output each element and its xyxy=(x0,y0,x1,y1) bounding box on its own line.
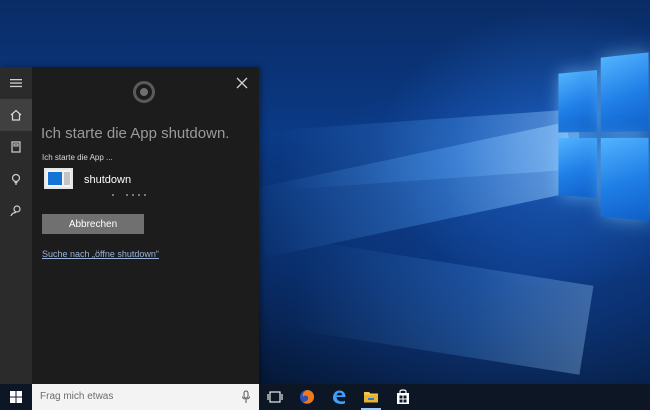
cortana-sidebar xyxy=(0,67,32,384)
taskbar-store[interactable] xyxy=(387,384,419,410)
edge-icon xyxy=(333,390,346,404)
firefox-icon xyxy=(300,390,315,404)
task-view-button[interactable] xyxy=(259,384,291,410)
store-icon xyxy=(397,389,409,404)
home-icon xyxy=(10,109,22,121)
cortana-subline: Ich starte die App ... xyxy=(42,153,113,162)
feedback-icon xyxy=(10,205,21,217)
loading-dots xyxy=(112,194,146,196)
microphone-icon[interactable] xyxy=(241,390,251,404)
menu-icon xyxy=(10,79,22,88)
cancel-button[interactable]: Abbrechen xyxy=(42,214,144,234)
taskbar-file-explorer[interactable] xyxy=(355,384,387,410)
sidebar-item-home[interactable] xyxy=(0,99,32,131)
close-button[interactable] xyxy=(233,74,251,92)
cortana-panel: Ich starte die App shutdown. Ich starte … xyxy=(0,67,259,384)
windows-start-icon xyxy=(10,391,22,403)
start-button[interactable] xyxy=(0,384,32,410)
app-name: shutdown xyxy=(84,174,132,186)
notebook-icon xyxy=(11,141,21,153)
app-window-icon xyxy=(44,168,73,189)
task-view-icon xyxy=(267,391,283,403)
search-input[interactable]: Frag mich etwas xyxy=(40,391,113,402)
close-icon xyxy=(236,77,248,89)
sidebar-item-notebook[interactable] xyxy=(0,131,32,163)
taskbar-search-box[interactable]: Frag mich etwas xyxy=(32,384,259,410)
sidebar-item-feedback[interactable] xyxy=(0,195,32,227)
sidebar-item-tips[interactable] xyxy=(0,163,32,195)
lightbulb-icon xyxy=(11,173,21,185)
taskbar-edge[interactable] xyxy=(323,384,355,410)
hamburger-menu-button[interactable] xyxy=(0,67,32,99)
cortana-ring-icon xyxy=(133,81,155,103)
taskbar-firefox[interactable] xyxy=(291,384,323,410)
cortana-headline: Ich starte die App shutdown. xyxy=(41,125,230,142)
windows-logo-graphic xyxy=(552,44,650,237)
cortana-content: Ich starte die App shutdown. Ich starte … xyxy=(32,67,259,384)
taskbar: Frag mich etwas xyxy=(0,384,650,410)
file-explorer-icon xyxy=(364,392,378,403)
web-search-link[interactable]: Suche nach „öffne shutdown“ xyxy=(42,249,159,259)
